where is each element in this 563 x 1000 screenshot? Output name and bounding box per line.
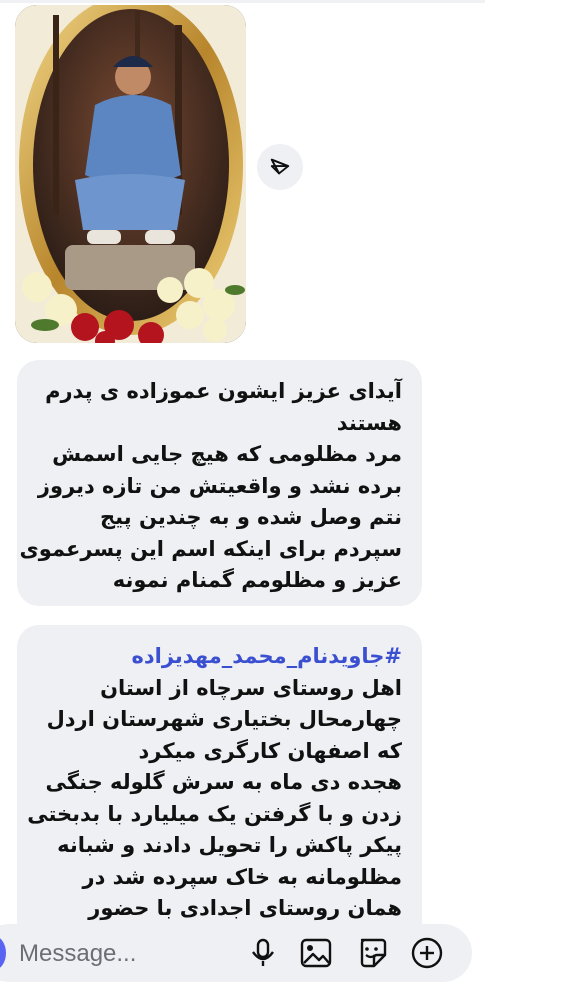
message-line: اهل روستای سرچاه از استان: [100, 675, 402, 700]
hashtag-link[interactable]: #جاویدنام_محمد_مهدیزاده: [37, 641, 402, 673]
message-bubble[interactable]: #جاویدنام_محمد_مهدیزاده اهل روستای سرچاه…: [17, 625, 422, 955]
gallery-icon: [300, 938, 332, 968]
message-input[interactable]: [17, 936, 241, 972]
message-line: چهارمحال بختیاری شهرستان اردل: [46, 707, 402, 731]
message-line: همان روستای اجدادی با حضور: [88, 896, 402, 920]
message-line: پیکر پاکش را تحویل دادند و شبانه: [57, 833, 402, 857]
message-line: برده نشد و واقعیتش من تازه دیروز: [37, 473, 402, 498]
message-line: سپردم برای اینکه اسم این پسرعموی: [19, 536, 402, 561]
message-line: نتم وصل شده و به چندین پیج: [100, 505, 402, 529]
microphone-icon: [252, 938, 274, 966]
message-line: هجده دی ماه به سرش گلوله جنگی: [45, 770, 402, 794]
message-line: آیدای عزیز ایشون عموزاده ی پدرم: [45, 379, 402, 403]
share-button[interactable]: [257, 144, 303, 190]
gallery-button[interactable]: [299, 936, 333, 970]
message-line: زدن و با گرفتن یک میلیارد با بدبختی: [27, 801, 402, 826]
message-line: مظلومانه به خاک سپرده شد در: [82, 864, 402, 889]
message-line: مرد مظلومی که هیچ جایی اسمش: [52, 442, 402, 466]
right-margin: [485, 0, 563, 1000]
top-divider: [0, 0, 485, 3]
add-button[interactable]: [410, 936, 444, 970]
message-line: هستند: [336, 410, 402, 435]
message-bubble[interactable]: آیدای عزیز ایشون عموزاده ی پدرم هستند مر…: [17, 360, 422, 606]
message-line: که اصفهان کارگری میکرد: [138, 738, 403, 763]
portrait-photo-icon: [15, 5, 246, 343]
message-line: عزیز و مظلومم گمنام نمونه: [112, 568, 402, 592]
sticker-button[interactable]: [355, 936, 389, 970]
add-icon: [411, 937, 443, 969]
send-arrow-icon: [270, 158, 290, 175]
microphone-button[interactable]: [246, 936, 280, 970]
photo-attachment[interactable]: [15, 5, 246, 343]
sticker-icon: [360, 938, 387, 968]
